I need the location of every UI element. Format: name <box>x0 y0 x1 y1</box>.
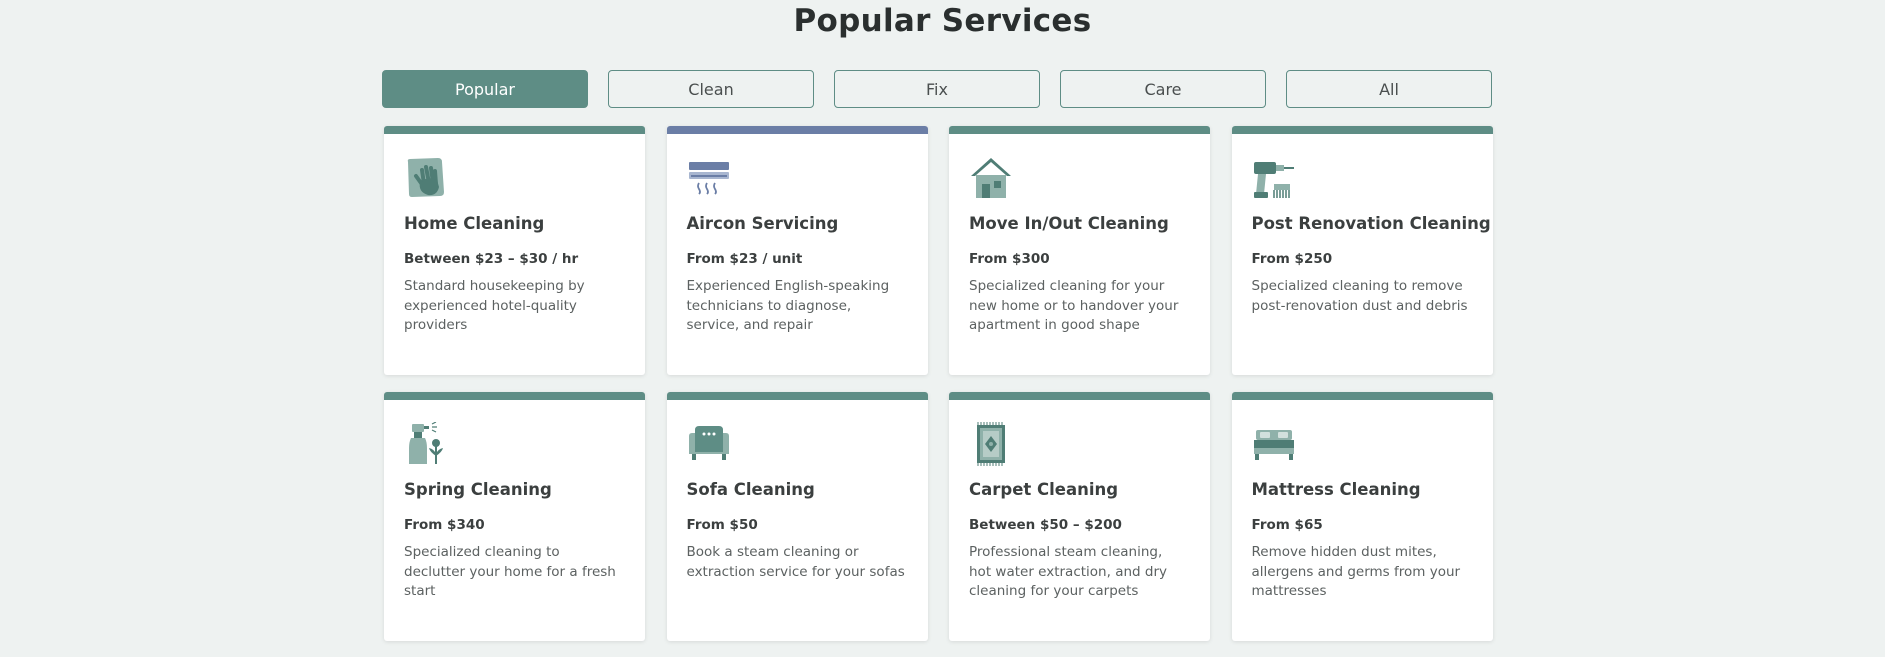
service-description: Standard housekeeping by experienced hot… <box>404 278 585 333</box>
service-title: Mattress Cleaning <box>1251 480 1421 499</box>
service-description: Specialized cleaning to declutter your h… <box>404 544 616 599</box>
service-price: From $340 <box>404 517 485 533</box>
service-description: Specialized cleaning to remove post-reno… <box>1251 278 1468 314</box>
service-description: Remove hidden dust mites, allergens and … <box>1251 544 1461 599</box>
mattress-icon <box>1253 430 1294 460</box>
spray-bottle-icon <box>409 422 443 464</box>
drill-icon <box>1253 162 1294 198</box>
service-title: Sofa Cleaning <box>686 480 815 499</box>
service-card-aircon-servicing[interactable]: Aircon Servicing From $23 / unit Experie… <box>666 126 928 375</box>
service-price: From $23 / unit <box>686 251 803 267</box>
service-card-move-in-out-cleaning[interactable]: Move In/Out Cleaning From $300 Specializ… <box>949 126 1210 375</box>
service-description: Specialized cleaning for your new home o… <box>969 278 1179 333</box>
card-accent-bar <box>1231 392 1493 400</box>
service-card-post-renovation-cleaning[interactable]: Post Renovation Cleaning From $250 Speci… <box>1231 126 1493 375</box>
cleaning-cloth-icon <box>407 158 444 197</box>
service-price: Between $23 – $30 / hr <box>404 251 579 267</box>
service-card-spring-cleaning[interactable]: Spring Cleaning From $340 Specialized cl… <box>384 392 645 641</box>
service-description: Professional steam cleaning, hot water e… <box>969 544 1167 599</box>
service-title: Post Renovation Cleaning <box>1251 214 1491 233</box>
service-description: Experienced English-speaking technicians… <box>686 278 890 333</box>
tab-popular[interactable]: Popular <box>382 70 588 108</box>
service-title: Move In/Out Cleaning <box>969 214 1169 233</box>
tab-all[interactable]: All <box>1286 70 1492 108</box>
service-title: Carpet Cleaning <box>969 480 1119 499</box>
tab-care[interactable]: Care <box>1060 70 1266 108</box>
service-price: From $65 <box>1251 517 1323 533</box>
category-tabs: Popular Clean Fix Care All <box>382 70 1492 108</box>
service-title: Home Cleaning <box>404 214 545 233</box>
services-grid: Home Cleaning Between $23 – $30 / hr Sta… <box>384 126 1493 641</box>
page-title: Popular Services <box>793 3 1092 39</box>
card-accent-bar <box>384 126 645 134</box>
card-accent-bar <box>949 126 1210 134</box>
card-accent-bar <box>384 392 645 400</box>
service-price: From $300 <box>969 251 1050 267</box>
card-accent-bar <box>666 392 928 400</box>
service-title: Spring Cleaning <box>404 480 552 499</box>
tab-fix[interactable]: Fix <box>834 70 1040 108</box>
service-description: Book a steam cleaning or extraction serv… <box>686 544 905 580</box>
service-price: Between $50 – $200 <box>969 517 1122 533</box>
card-accent-bar <box>1231 126 1493 134</box>
aircon-icon <box>688 162 729 195</box>
service-card-sofa-cleaning[interactable]: Sofa Cleaning From $50 Book a steam clea… <box>666 392 928 641</box>
card-accent-bar <box>949 392 1210 400</box>
service-card-mattress-cleaning[interactable]: Mattress Cleaning From $65 Remove hidden… <box>1231 392 1493 641</box>
house-icon <box>971 158 1011 198</box>
sofa-icon <box>688 426 729 460</box>
card-accent-bar <box>666 126 928 134</box>
service-price: From $250 <box>1251 251 1333 267</box>
carpet-icon <box>977 422 1005 466</box>
service-price: From $50 <box>686 517 758 533</box>
service-card-carpet-cleaning[interactable]: Carpet Cleaning Between $50 – $200 Profe… <box>949 392 1210 641</box>
service-card-home-cleaning[interactable]: Home Cleaning Between $23 – $30 / hr Sta… <box>384 126 645 375</box>
tab-clean[interactable]: Clean <box>608 70 814 108</box>
service-title: Aircon Servicing <box>686 214 839 233</box>
